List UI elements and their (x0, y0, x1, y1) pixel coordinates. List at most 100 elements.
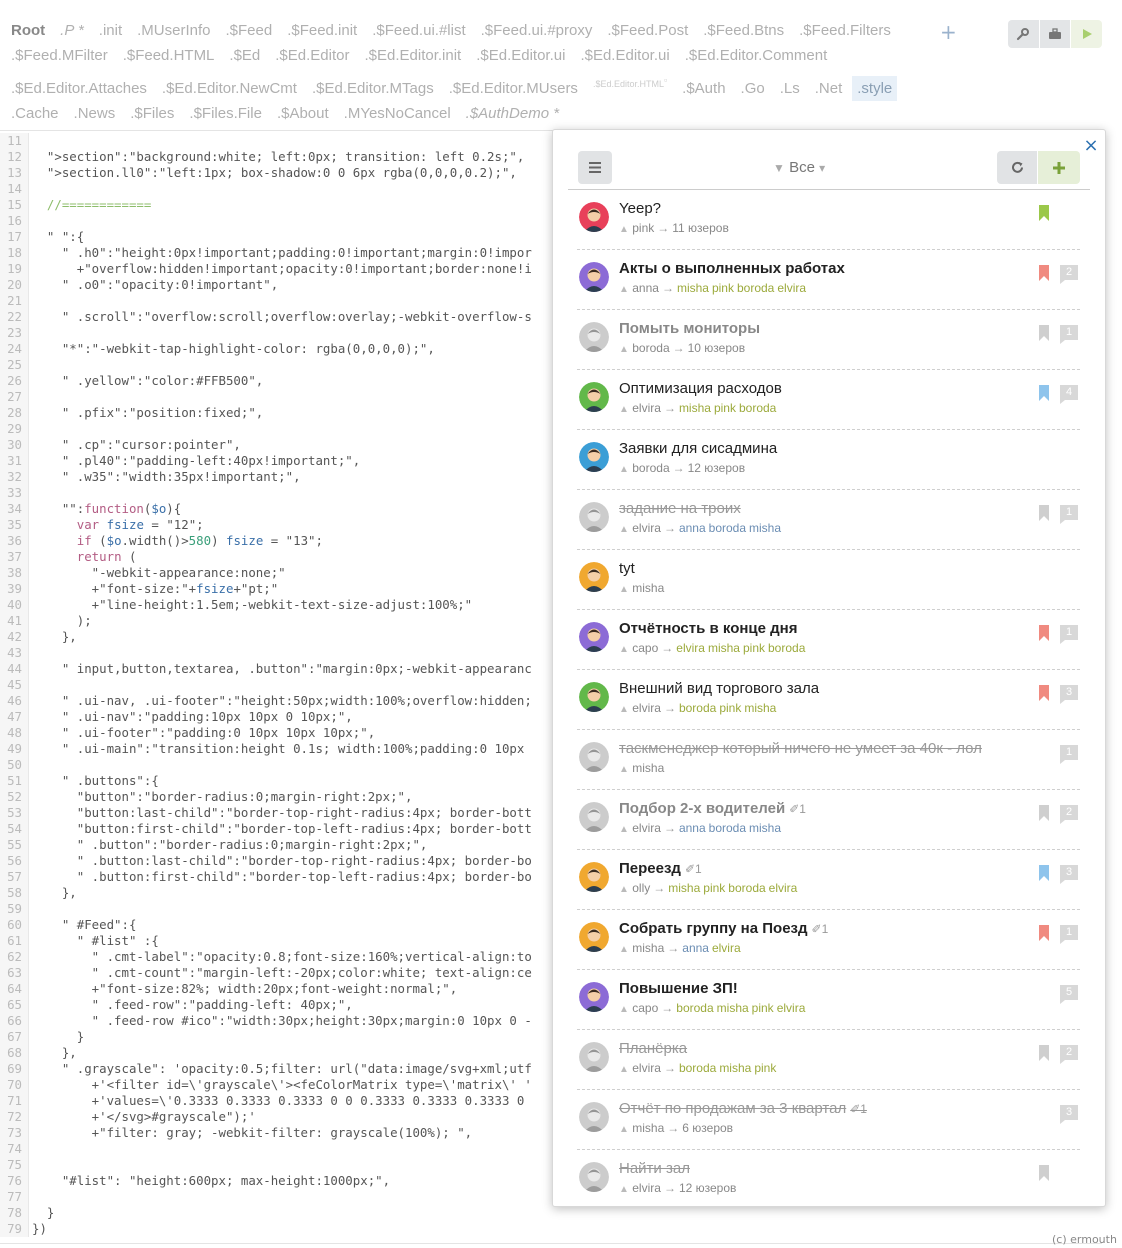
tab-6[interactable]: .$Feed.ui.#list (367, 18, 470, 43)
bookmark-icon[interactable] (1039, 265, 1049, 281)
tab-34[interactable]: .MYesNoCancel (339, 101, 456, 126)
tab-27[interactable]: .Net (810, 76, 848, 101)
feed-row-title[interactable]: Yeep? (619, 200, 661, 217)
bookmark-icon[interactable] (1039, 865, 1049, 881)
tab-35[interactable]: .$AuthDemo * (461, 101, 564, 126)
feed-row[interactable]: Подбор 2-х водителей ✐1 ▲ elvira → anna borod… (577, 790, 1080, 850)
recipient: misha (719, 1061, 752, 1075)
tab-16[interactable]: .$Ed.Editor.ui (471, 43, 570, 68)
feed-row[interactable]: Отчёт по продажам за 3 квартал ✐1 ▲ misha →… (577, 1090, 1080, 1150)
tab-7[interactable]: .$Feed.ui.#proxy (476, 18, 598, 43)
feed-row-title[interactable]: Собрать группу на Поезд ✐1 (619, 920, 828, 937)
feed-row-title[interactable]: Планёрка (619, 1040, 687, 1057)
feed-row[interactable]: Yeep? ▲ pink → 11 юзеров (577, 190, 1080, 250)
filter-dropdown[interactable]: ▼ Все ▾ (773, 159, 825, 176)
tab-8[interactable]: .$Feed.Post (602, 18, 693, 43)
bookmark-icon[interactable] (1039, 925, 1049, 941)
author: misha (632, 581, 665, 595)
tab-14[interactable]: .$Ed.Editor (270, 43, 354, 68)
line-number: 65 (7, 997, 22, 1012)
tab-32[interactable]: .$Files.File (184, 101, 267, 126)
tab-25[interactable]: .Go (736, 76, 770, 101)
tab-4[interactable]: .$Feed (220, 18, 277, 43)
recipient: anna (682, 941, 709, 955)
feed-row[interactable]: задание на троих ▲ elvira → anna boroda misha… (577, 490, 1080, 550)
tab-28[interactable]: .style (852, 76, 898, 101)
tab-30[interactable]: .News (69, 101, 121, 126)
feed-row-title[interactable]: таскменеджер который ничего не умеет за … (619, 740, 982, 757)
tab-31[interactable]: .$Files (125, 101, 179, 126)
tab-33[interactable]: .$About (272, 101, 334, 126)
author: olly (632, 881, 651, 895)
briefcase-button[interactable] (1039, 20, 1071, 48)
tab-24[interactable]: .$Auth (677, 76, 730, 101)
bookmark-icon[interactable] (1039, 1165, 1049, 1181)
bookmark-icon[interactable] (1039, 685, 1049, 701)
tab-15[interactable]: .$Ed.Editor.init (359, 43, 466, 68)
feed-row[interactable]: Собрать группу на Поезд ✐1 ▲ misha → anna elv… (577, 910, 1080, 970)
tab-18[interactable]: .$Ed.Editor.Comment (680, 43, 833, 68)
feed-row[interactable]: таскменеджер который ничего не умеет за … (577, 730, 1080, 790)
feed-row[interactable]: Планёрка ▲ elvira → boroda misha pink 2 (577, 1030, 1080, 1090)
tab-21[interactable]: .$Ed.Editor.MTags (307, 76, 439, 101)
feed-row[interactable]: Переезд ✐1 ▲ olly → misha pink boroda elvira 3 (577, 850, 1080, 910)
bookmark-icon[interactable] (1039, 1045, 1049, 1061)
tab-17[interactable]: .$Ed.Editor.ui (575, 43, 674, 68)
tab-26[interactable]: .Ls (775, 76, 805, 101)
tab-5[interactable]: .$Feed.init (282, 18, 362, 43)
trash-icon[interactable]: ▫ (664, 75, 667, 85)
feed-row-title[interactable]: Отчёт по продажам за 3 квартал ✐1 (619, 1100, 867, 1117)
tab-10[interactable]: .$Feed.Filters (794, 18, 896, 43)
feed-row-title[interactable]: Внешний вид торгового зала (619, 680, 819, 697)
feed-row-title[interactable]: Заявки для сисадмина (619, 440, 777, 457)
tab-20[interactable]: .$Ed.Editor.NewCmt (157, 76, 302, 101)
feed-row-title[interactable]: Отчётность в конце дня (619, 620, 798, 637)
feed-row-title[interactable]: Найти зал (619, 1160, 690, 1177)
feed-row[interactable]: Внешний вид торгового зала ▲ elvira → borod… (577, 670, 1080, 730)
menu-button[interactable] (578, 151, 612, 184)
user-icon: ▲ (619, 1004, 629, 1015)
tab-29[interactable]: .Cache (6, 101, 64, 126)
tab-2[interactable]: .init (94, 18, 127, 43)
feed-row[interactable]: Заявки для сисадмина ▲ boroda → 12 юзеров (577, 430, 1080, 490)
feed-row[interactable]: Акты о выполненных работах ▲ anna → misha pi… (577, 250, 1080, 310)
add-tab-button[interactable]: + (940, 22, 957, 42)
feed-row[interactable]: Отчётность в конце дня ▲ capo → elvira misha… (577, 610, 1080, 670)
bookmark-icon[interactable] (1039, 805, 1049, 821)
run-button[interactable] (1071, 20, 1103, 48)
feed-row[interactable]: Найти зал ▲ elvira → 12 юзеров (577, 1150, 1080, 1200)
feed-row-title[interactable]: Подбор 2-х водителей ✐1 (619, 800, 806, 817)
tab-9[interactable]: .$Feed.Btns (698, 18, 789, 43)
feed-row-title[interactable]: tyt (619, 560, 635, 577)
tab-22[interactable]: .$Ed.Editor.MUsers (444, 76, 583, 101)
bookmark-icon[interactable] (1039, 385, 1049, 401)
feed-row-title[interactable]: задание на троих (619, 500, 741, 517)
feed-row-title[interactable]: Оптимизация расходов (619, 380, 782, 397)
bookmark-icon[interactable] (1039, 205, 1049, 221)
bookmark-icon[interactable] (1039, 505, 1049, 521)
tab-11[interactable]: .$Feed.MFilter (6, 43, 113, 68)
settings-button[interactable] (1008, 20, 1039, 48)
tab-23[interactable]: .$Ed.Editor.HTML▫ (588, 68, 672, 97)
feed-row-title[interactable]: Переезд ✐1 (619, 860, 702, 877)
tab-3[interactable]: .MUserInfo (132, 18, 215, 43)
add-post-button[interactable] (1038, 151, 1080, 184)
feed-row-title[interactable]: Помыть мониторы (619, 320, 760, 337)
feed-row-title[interactable]: Повышение ЗП! (619, 980, 738, 997)
tab-1[interactable]: .P * (55, 18, 89, 43)
feed-row-title[interactable]: Акты о выполненных работах (619, 260, 845, 277)
tab-13[interactable]: .$Ed (224, 43, 265, 68)
comment-count-badge: 3 (1060, 865, 1078, 884)
feed-row[interactable]: tyt ▲ misha (577, 550, 1080, 610)
recipient: anna (678, 821, 706, 835)
feed-row[interactable]: Повышение ЗП! ▲ capo → boroda misha pink elvir… (577, 970, 1080, 1030)
bookmark-icon[interactable] (1039, 625, 1049, 641)
tab-0[interactable]: Root (6, 18, 50, 43)
bookmark-icon[interactable] (1039, 325, 1049, 341)
tab-12[interactable]: .$Feed.HTML (118, 43, 220, 68)
refresh-button[interactable] (997, 151, 1037, 184)
feed-row[interactable]: Оптимизация расходов ▲ elvira → misha pink bo… (577, 370, 1080, 430)
author: capo (632, 1001, 659, 1015)
tab-19[interactable]: .$Ed.Editor.Attaches (6, 76, 152, 101)
feed-row[interactable]: Помыть мониторы ▲ boroda → 10 юзеров 1 (577, 310, 1080, 370)
